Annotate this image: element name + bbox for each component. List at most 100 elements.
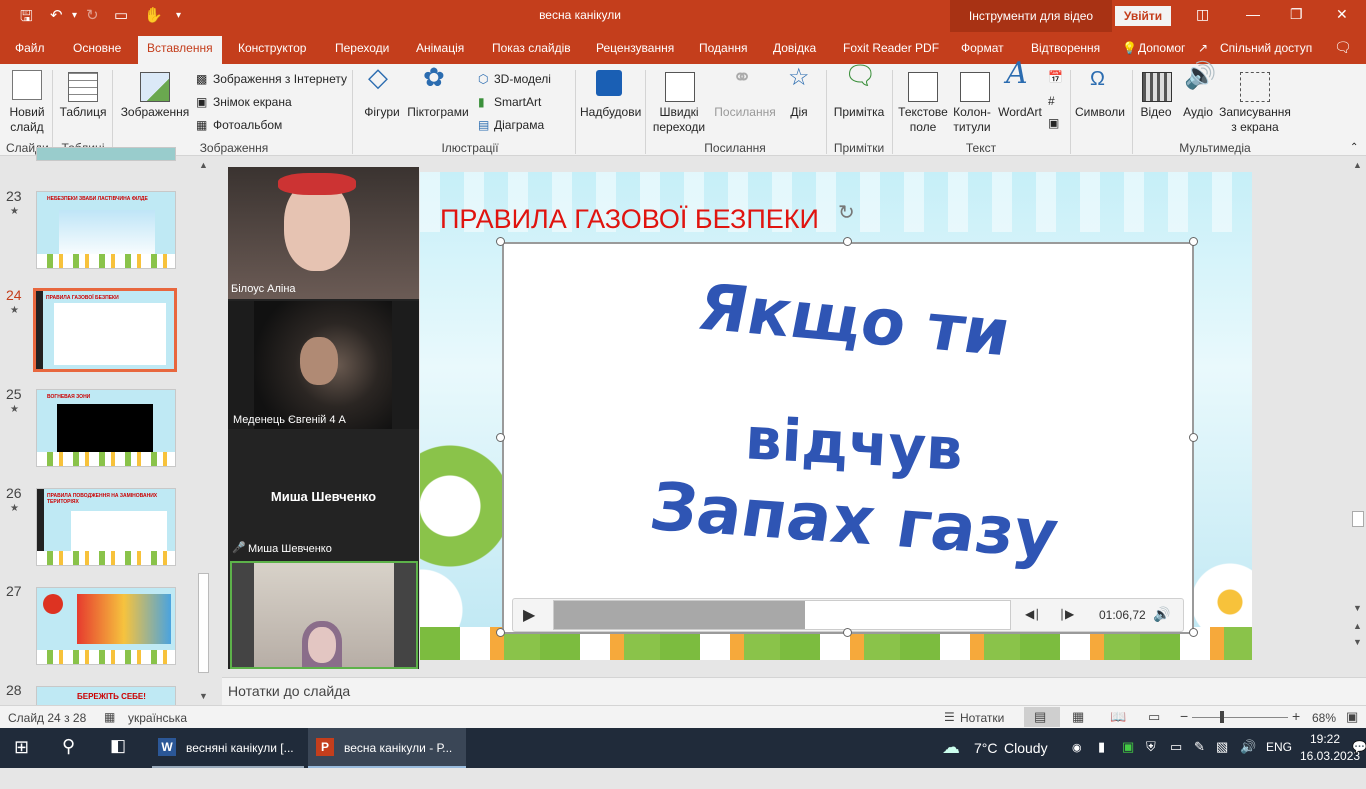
resize-handle[interactable] [496,237,505,246]
save-icon[interactable]: 🖫 [20,6,33,31]
resize-handle[interactable] [843,628,852,637]
slide-thumbnail[interactable]: ПРАВИЛА ПОВОДЖЕННЯ НА ЗАМІНОВАНИХ ТЕРИТО… [36,488,176,566]
undo-icon[interactable]: ↶ [50,6,63,24]
slideshow-view-icon[interactable]: ▭ [1148,709,1160,725]
network-icon[interactable]: ▧ [1216,739,1228,779]
accessibility-icon[interactable]: ▦ [104,710,115,724]
restore-icon[interactable]: ❐ [1290,6,1303,23]
zoom-button[interactable]: Швидкі переходи [648,105,710,135]
share-button[interactable]: Спільний доступ [1220,41,1312,55]
minimize-icon[interactable]: — [1246,6,1260,22]
search-icon[interactable]: ⚲ [62,736,75,776]
collapse-ribbon-icon[interactable]: ⌃ [1350,142,1358,153]
weather-description[interactable]: Cloudy [1004,740,1048,780]
slide-thumbnail-selected[interactable]: ПРАВИЛА ГАЗОВОЇ БЕЗПЕКИ [33,288,177,372]
zoom-slider-thumb[interactable] [1220,711,1224,723]
tab-animations[interactable]: Анімація [416,41,464,55]
chart-button[interactable]: Діаграма [494,118,544,132]
tab-insert[interactable]: Вставлення [138,36,222,64]
slide-thumbnail[interactable] [36,587,176,665]
edit-icon[interactable]: ✎ [1194,739,1205,779]
tab-slideshow[interactable]: Показ слайдів [492,41,571,55]
tab-transitions[interactable]: Переходи [335,41,389,55]
slide-title[interactable]: ПРАВИЛА ГАЗОВОЇ БЕЗПЕКИ [440,204,819,235]
table-button[interactable]: Таблиця [58,105,108,120]
notes-placeholder[interactable]: Нотатки до слайда [228,683,350,699]
reading-view-icon[interactable]: 📖 [1110,709,1126,725]
symbols-button[interactable]: Символи [1072,105,1128,120]
tab-review[interactable]: Рецензування [596,41,674,55]
task-view-icon[interactable]: ◧ [110,736,126,776]
zoom-level[interactable]: 68% [1312,711,1336,725]
play-icon[interactable]: ▶ [523,605,535,625]
images-button[interactable]: Зображення [118,105,192,120]
shapes-button[interactable]: Фігури [360,105,404,120]
tell-me-input[interactable]: Допомог [1138,41,1185,55]
volume-icon[interactable]: 🔊 [1153,606,1170,623]
slide-number-icon[interactable]: # [1048,94,1055,108]
next-slide-icon[interactable]: ▼ [1353,637,1362,647]
present-icon[interactable]: ▭ [114,6,128,24]
tab-playback[interactable]: Відтворення [1031,41,1100,55]
signin-button[interactable]: Увійти [1115,6,1171,26]
taskbar-word-app[interactable]: W весняні канікули [... [152,728,304,768]
zoom-slider[interactable] [1192,717,1288,718]
notifications-icon[interactable]: 💬 [1352,740,1366,780]
windows-start-icon[interactable]: ⊞ [14,737,29,777]
fit-to-window-icon[interactable]: ▣ [1346,709,1358,725]
video-player[interactable]: Якщо ти відчув Запах газу ▶ ◀∣ ∣▶ 01:06,… [502,242,1194,634]
undo-dropdown-icon[interactable]: ▾ [72,10,77,21]
tab-home[interactable]: Основне [73,41,121,55]
icons-button[interactable]: Піктограми [404,105,472,120]
step-forward-icon[interactable]: ∣▶ [1059,607,1074,621]
online-images-button[interactable]: Зображення з Інтернету [213,72,347,86]
language-status[interactable]: українська [128,711,187,725]
ribbon-display-icon[interactable]: ◫ [1196,6,1209,23]
rotate-handle-icon[interactable]: ↻ [838,200,855,225]
screenshot-button[interactable]: Знімок екрана [213,95,292,109]
textbox-button[interactable]: Текстове поле [896,105,950,135]
notes-pane[interactable]: Нотатки до слайда [222,677,1366,705]
tab-help[interactable]: Довідка [773,41,816,55]
object-icon[interactable]: ▣ [1048,116,1059,130]
audio-button[interactable]: Аудіо [1178,105,1218,120]
header-footer-button[interactable]: Колон- титули [950,105,994,135]
current-slide[interactable]: ПРАВИЛА ГАЗОВОЇ БЕЗПЕКИ ↻ Якщо ти відчув… [420,172,1252,660]
customize-qat-icon[interactable]: ▾ [176,10,181,21]
slide-sorter-icon[interactable]: ▦ [1072,709,1084,725]
step-back-icon[interactable]: ◀∣ [1025,607,1040,621]
tab-format[interactable]: Формат [961,41,1004,55]
usb-icon[interactable]: ▮ [1098,739,1105,779]
resize-handle[interactable] [496,628,505,637]
weather-temperature[interactable]: 7°C [974,740,998,780]
speaker-icon[interactable]: 🔊 [1240,739,1256,779]
new-slide-button[interactable]: Новий слайд [6,105,48,135]
resize-handle[interactable] [1189,237,1198,246]
tab-foxit[interactable]: Foxit Reader PDF [843,41,939,55]
close-icon[interactable]: ✕ [1336,6,1348,23]
resize-handle[interactable] [843,237,852,246]
tab-view[interactable]: Подання [699,41,747,55]
video-seek-bar[interactable] [553,600,1011,630]
zoom-out-icon[interactable]: − [1180,708,1188,724]
editor-scrollbar[interactable]: ▲ ▼ ▲ ▼ [1350,157,1366,677]
smartart-button[interactable]: SmartArt [494,95,541,109]
tray-app-icon[interactable]: ▣ [1122,739,1134,779]
comment-button[interactable]: Примітка [830,105,888,120]
wordart-button[interactable]: WordArt [996,105,1044,120]
zoom-app-icon[interactable]: ◉ [1072,741,1082,781]
display-icon[interactable]: ▭ [1170,739,1182,779]
addins-button[interactable]: Надбудови [580,105,641,120]
taskbar-powerpoint-app[interactable]: P весна канікули - Р... [308,728,466,768]
resize-handle[interactable] [1189,628,1198,637]
input-language[interactable]: ENG [1266,740,1292,780]
video-button[interactable]: Відео [1136,105,1176,120]
photo-album-button[interactable]: Фотоальбом [213,118,282,132]
touch-mode-icon[interactable]: ✋ [144,6,163,24]
screen-recording-button[interactable]: Записування з екрана [1218,105,1292,135]
tab-file[interactable]: Файл [15,41,45,55]
tab-design[interactable]: Конструктор [238,41,306,55]
previous-slide-icon[interactable]: ▲ [1353,621,1362,631]
date-time-icon[interactable]: 📅 [1048,70,1063,84]
slide-thumbnail[interactable]: НЕБЕЗПЕКИ ЗВАБИ ЛАСТІВЧИНА ФІЛДЕ [36,191,176,269]
